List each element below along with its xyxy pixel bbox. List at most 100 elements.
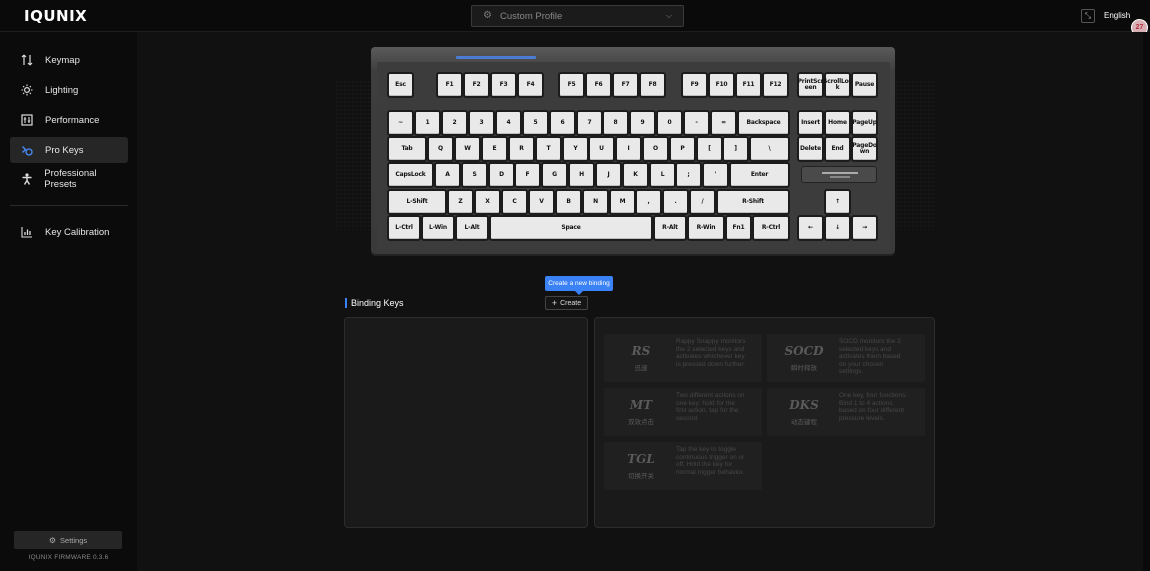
key[interactable]: F11	[735, 72, 762, 98]
key[interactable]: ,	[635, 189, 662, 215]
key[interactable]: '	[702, 162, 729, 188]
key[interactable]: ↑	[824, 189, 851, 215]
key[interactable]: 8	[602, 110, 629, 136]
key[interactable]: F6	[585, 72, 612, 98]
key[interactable]: F4	[517, 72, 544, 98]
language-selector[interactable]: English	[1104, 11, 1130, 20]
key[interactable]: 2	[441, 110, 468, 136]
key[interactable]: [	[696, 136, 723, 162]
key[interactable]: /	[689, 189, 716, 215]
key[interactable]: R	[508, 136, 535, 162]
key[interactable]: =	[710, 110, 737, 136]
key[interactable]: A	[434, 162, 461, 188]
sidebar-item-lighting[interactable]: Lighting	[10, 77, 128, 103]
key[interactable]: PrintScr een	[797, 72, 824, 98]
key[interactable]: Delete	[797, 136, 824, 162]
key[interactable]: L-Ctrl	[387, 215, 421, 241]
key[interactable]: →	[851, 215, 878, 241]
binding-card-mt[interactable]: MT 双效点击 Two different actions on one key…	[604, 388, 762, 436]
key[interactable]: N	[582, 189, 609, 215]
key[interactable]: 0	[656, 110, 683, 136]
key[interactable]: ←	[797, 215, 824, 241]
key[interactable]: J	[595, 162, 622, 188]
key[interactable]: F3	[490, 72, 517, 98]
key[interactable]: V	[528, 189, 555, 215]
key[interactable]: Space	[489, 215, 653, 241]
key[interactable]: L	[649, 162, 676, 188]
key[interactable]: Enter	[729, 162, 790, 188]
sidebar-item-keymap[interactable]: Keymap	[10, 47, 128, 73]
key[interactable]: E	[481, 136, 508, 162]
key[interactable]: U	[588, 136, 615, 162]
key[interactable]: F2	[463, 72, 490, 98]
key[interactable]: F8	[639, 72, 666, 98]
key[interactable]: F1	[436, 72, 463, 98]
key[interactable]: L-Win	[421, 215, 455, 241]
key[interactable]: S	[461, 162, 488, 188]
key[interactable]: P	[669, 136, 696, 162]
key[interactable]: ~	[387, 110, 414, 136]
key[interactable]: M	[609, 189, 636, 215]
binding-card-socd[interactable]: SOCD 瞬时释放 SOCD monitors the 2 selected k…	[767, 334, 925, 382]
key[interactable]: R-Alt	[653, 215, 687, 241]
create-button[interactable]: + Create	[545, 296, 588, 310]
key[interactable]: -	[683, 110, 710, 136]
key[interactable]: .	[662, 189, 689, 215]
key[interactable]: F5	[558, 72, 585, 98]
key[interactable]: 9	[629, 110, 656, 136]
key[interactable]: L-Alt	[455, 215, 489, 241]
key[interactable]: O	[642, 136, 669, 162]
key[interactable]: F	[514, 162, 541, 188]
key[interactable]: Q	[427, 136, 454, 162]
binding-card-dks[interactable]: DKS 动态键程 One key, four functions: Bind 1…	[767, 388, 925, 436]
key[interactable]: 3	[468, 110, 495, 136]
key[interactable]: ]	[722, 136, 749, 162]
key[interactable]: B	[555, 189, 582, 215]
key[interactable]: PageDo wn	[851, 136, 878, 162]
binding-card-rs[interactable]: RS 迅速 Rappy Snappy monitors the 2 select…	[604, 334, 762, 382]
key[interactable]: K	[622, 162, 649, 188]
key[interactable]: 4	[495, 110, 522, 136]
sidebar-item-pro-keys[interactable]: Pro Keys	[10, 137, 128, 163]
key[interactable]: Pause	[851, 72, 878, 98]
key[interactable]: ↓	[824, 215, 851, 241]
key[interactable]: F12	[762, 72, 789, 98]
key[interactable]: CapsLock	[387, 162, 434, 188]
key[interactable]: ScrollLoc k	[823, 72, 852, 98]
key[interactable]: Home	[824, 110, 851, 136]
key[interactable]: D	[488, 162, 515, 188]
binding-card-tgl[interactable]: TGL 切换开关 Tap the key to toggle continuou…	[604, 442, 762, 490]
key[interactable]: R-Ctrl	[752, 215, 790, 241]
key[interactable]: Tab	[387, 136, 427, 162]
sidebar-item-key-calibration[interactable]: Key Calibration	[10, 219, 128, 245]
key[interactable]: T	[535, 136, 562, 162]
key[interactable]: F7	[612, 72, 639, 98]
key[interactable]: R-Shift	[716, 189, 790, 215]
key[interactable]: W	[454, 136, 481, 162]
key[interactable]: Insert	[797, 110, 824, 136]
key[interactable]: Y	[562, 136, 589, 162]
key[interactable]: 7	[576, 110, 603, 136]
key[interactable]: F9	[681, 72, 708, 98]
key[interactable]: PageUp	[851, 110, 878, 136]
key[interactable]: F10	[708, 72, 735, 98]
key[interactable]: R-Win	[687, 215, 725, 241]
fullscreen-button[interactable]: ⤡	[1081, 9, 1095, 23]
settings-button[interactable]: ⚙ Settings	[14, 531, 122, 549]
key[interactable]: Z	[447, 189, 474, 215]
key[interactable]: X	[474, 189, 501, 215]
scrollbar[interactable]	[1143, 32, 1150, 571]
key[interactable]: I	[615, 136, 642, 162]
key[interactable]: End	[824, 136, 851, 162]
key[interactable]: Esc	[387, 72, 414, 98]
key[interactable]: Fn1	[725, 215, 752, 241]
key[interactable]: L-Shift	[387, 189, 447, 215]
profile-select[interactable]: ⚙ Custom Profile ⌵	[471, 5, 684, 27]
key[interactable]: 6	[549, 110, 576, 136]
key[interactable]: H	[568, 162, 595, 188]
key[interactable]: 1	[414, 110, 441, 136]
key[interactable]: ;	[675, 162, 702, 188]
key[interactable]: G	[541, 162, 568, 188]
sidebar-item-professional-presets[interactable]: Professional Presets	[10, 166, 128, 192]
sidebar-item-performance[interactable]: Performance	[10, 107, 128, 133]
